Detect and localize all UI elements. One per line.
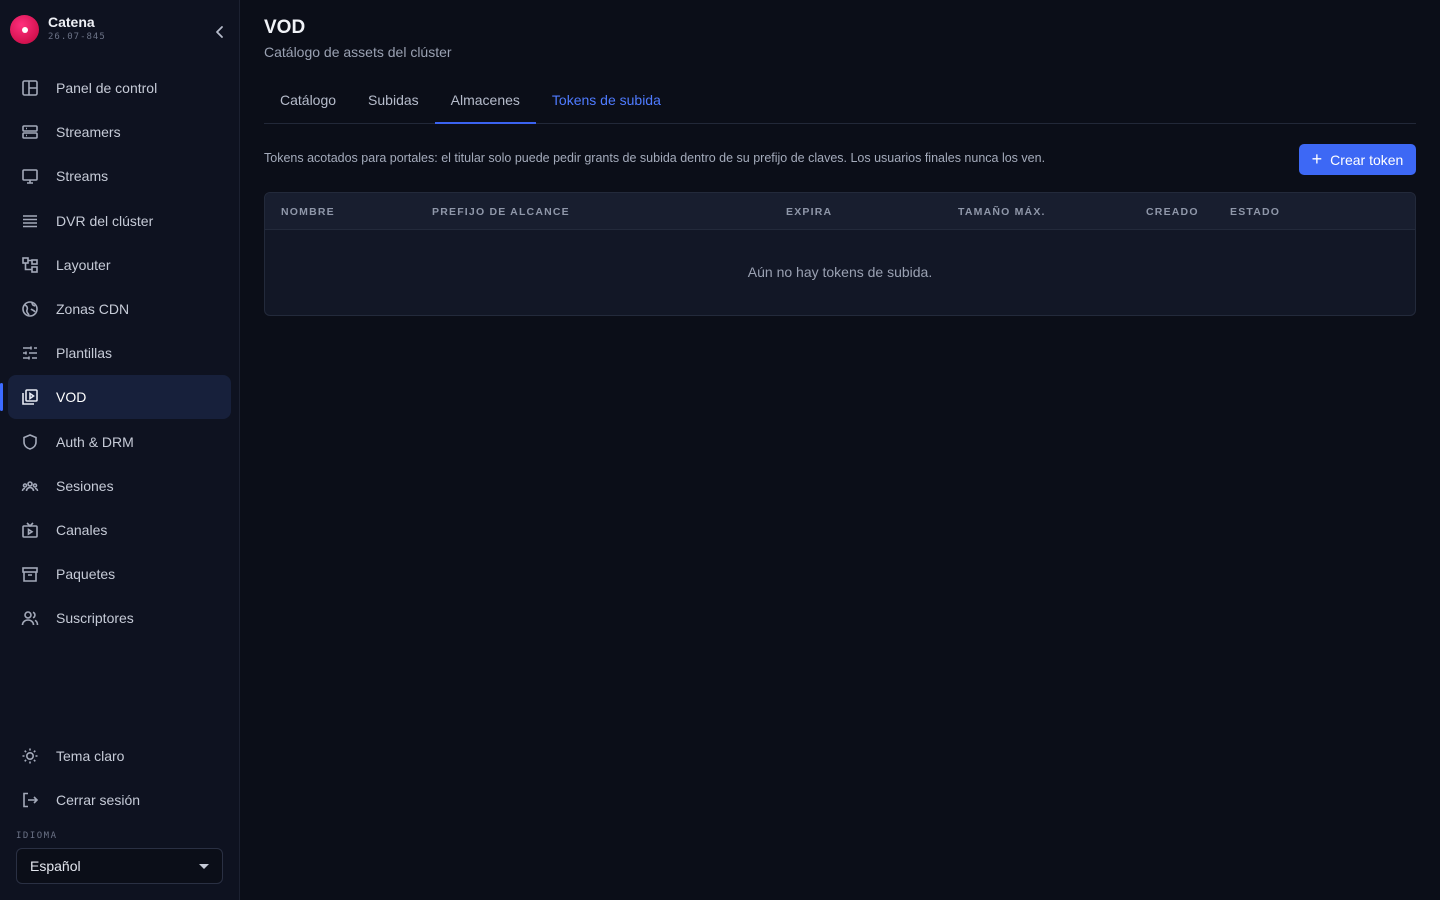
sidebar-item-label: VOD [56,389,87,406]
sidebar: Catena 26.07-845 Panel de control Stream… [0,0,240,900]
server-icon [20,122,40,142]
tab-bar: Catálogo Subidas Almacenes Tokens de sub… [264,76,1416,124]
tokens-description: Tokens acotados para portales: el titula… [264,151,1046,165]
create-token-button[interactable]: + Crear token [1299,144,1416,175]
tab-subidas[interactable]: Subidas [352,76,435,123]
language-label: IDIOMA [16,831,58,841]
language-value: Español [30,858,81,874]
brand: Catena 26.07-845 [10,12,230,46]
sidebar-nav: Panel de control Streamers Streams DVR d… [0,66,231,640]
active-indicator [0,383,3,412]
sidebar-item-label: Plantillas [56,345,113,362]
page-subtitle: Catálogo de assets del clúster [264,44,452,60]
empty-state-message: Aún no hay tokens de subida. [747,264,933,280]
sidebar-item-label: DVR del clúster [56,212,154,229]
sidebar-item-label: Paquetes [56,566,116,583]
sidebar-item-vod[interactable]: VOD [0,375,231,420]
sidebar-item-label: Canales [56,521,108,538]
column-header-expira[interactable]: EXPIRA [786,206,832,218]
sidebar-item-label: Auth & DRM [56,433,134,450]
create-token-label: Crear token [1330,151,1404,168]
users-group-icon [20,476,40,496]
storage-icon [20,211,40,231]
tv-icon [20,520,40,540]
chevron-left-icon [216,26,223,38]
sidebar-item-canales[interactable]: Canales [8,508,231,552]
sidebar-item-suscriptores[interactable]: Suscriptores [8,596,231,640]
column-header-tamano-max[interactable]: TAMAÑO MÁX. [958,206,1046,218]
sidebar-item-label: Suscriptores [56,610,134,627]
app-version: 26.07-845 [48,32,106,42]
logout-button[interactable]: Cerrar sesión [8,778,231,822]
collapse-sidebar-button[interactable] [208,20,232,44]
dashboard-icon [20,78,40,98]
sidebar-item-layouter[interactable]: Layouter [8,243,231,287]
logout-label: Cerrar sesión [56,792,141,809]
sun-icon [20,746,40,766]
sidebar-item-label: Streams [56,168,109,185]
logout-icon [20,790,40,810]
tab-tokens-de-subida[interactable]: Tokens de subida [536,76,677,123]
theme-toggle-button[interactable]: Tema claro [8,734,231,778]
language-select[interactable]: Español [16,848,223,884]
sidebar-item-sesiones[interactable]: Sesiones [8,464,231,508]
sidebar-item-label: Streamers [56,124,121,141]
column-header-prefijo[interactable]: PREFIJO DE ALCANCE [432,206,570,218]
sidebar-item-streamers[interactable]: Streamers [8,110,231,154]
table-header: NOMBRE PREFIJO DE ALCANCE EXPIRA TAMAÑO … [265,193,1415,230]
layout-icon [20,255,40,275]
caret-down-icon [199,864,209,869]
sidebar-item-label: Zonas CDN [56,300,130,317]
video-library-icon [20,387,40,407]
theme-toggle-label: Tema claro [56,748,125,764]
sidebar-item-label: Panel de control [56,80,158,96]
people-icon [20,608,40,628]
column-header-nombre[interactable]: NOMBRE [281,206,335,218]
archive-icon [20,564,40,584]
shield-icon [20,432,40,452]
tokens-table: NOMBRE PREFIJO DE ALCANCE EXPIRA TAMAÑO … [264,192,1416,316]
sidebar-item-paquetes[interactable]: Paquetes [8,552,231,596]
sidebar-item-streams[interactable]: Streams [8,154,231,198]
tab-catalogo[interactable]: Catálogo [264,76,352,123]
sidebar-item-plantillas[interactable]: Plantillas [8,331,231,375]
monitor-icon [20,166,40,186]
sidebar-bottom: Tema claro Cerrar sesión [8,734,231,822]
sidebar-item-zonas-cdn[interactable]: Zonas CDN [8,287,231,331]
globe-icon [20,299,40,319]
sidebar-item-auth-drm[interactable]: Auth & DRM [8,420,231,464]
column-header-creado[interactable]: CREADO [1146,206,1199,218]
app-name: Catena [48,14,95,30]
catena-logo-icon [10,15,39,44]
plus-icon: + [1311,149,1323,169]
sidebar-item-dvr[interactable]: DVR del clúster [8,199,231,243]
sliders-icon [20,343,40,363]
column-header-estado[interactable]: ESTADO [1230,206,1280,218]
tab-almacenes[interactable]: Almacenes [434,76,537,124]
sidebar-item-label: Sesiones [56,477,114,494]
sidebar-item-label: Layouter [56,256,111,273]
sidebar-item-panel-de-control[interactable]: Panel de control [8,66,231,110]
page-title: VOD [264,17,306,38]
